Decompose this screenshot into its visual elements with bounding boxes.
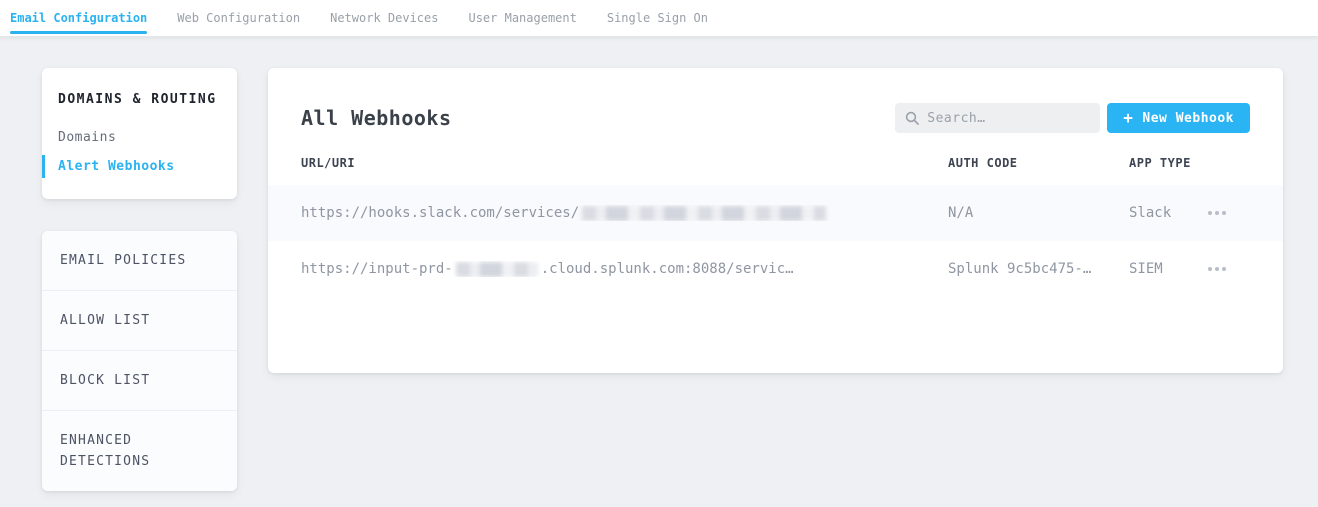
column-header-auth-code: AUTH CODE <box>948 156 1129 170</box>
webhooks-panel: All Webhooks + New Webhook URL/URI AUTH … <box>268 68 1283 373</box>
plus-icon: + <box>1123 110 1133 126</box>
tab-label: User Management <box>468 11 576 25</box>
search-input[interactable] <box>927 111 1090 126</box>
webhook-url-text: https://input-prd- <box>301 261 453 277</box>
panel-header: All Webhooks + New Webhook <box>268 68 1283 133</box>
search-box[interactable] <box>895 103 1100 133</box>
tab-web-configuration[interactable]: Web Configuration <box>177 0 300 36</box>
tab-email-configuration[interactable]: Email Configuration <box>10 0 147 36</box>
sidebar: DOMAINS & ROUTING Domains Alert Webhooks… <box>42 68 237 491</box>
sidebar-item-alert-webhooks[interactable]: Alert Webhooks <box>58 152 221 181</box>
header-actions: + New Webhook <box>895 103 1250 133</box>
new-webhook-label: New Webhook <box>1142 111 1234 126</box>
redacted-url-segment <box>456 262 538 277</box>
table-row: https://hooks.slack.com/services/ N/A Sl… <box>268 185 1283 241</box>
sidebar-item-label: Domains <box>58 130 116 145</box>
redacted-url-segment <box>582 206 826 221</box>
search-icon <box>905 111 919 125</box>
page-content: DOMAINS & ROUTING Domains Alert Webhooks… <box>0 37 1318 491</box>
domains-routing-heading: DOMAINS & ROUTING <box>58 92 221 107</box>
row-menu-button[interactable] <box>1206 261 1228 277</box>
tab-label: Web Configuration <box>177 11 300 25</box>
column-header-url: URL/URI <box>301 156 948 170</box>
active-tab-underline <box>10 31 147 34</box>
sidebar-item-allow-list[interactable]: ALLOW LIST <box>42 290 237 350</box>
sidebar-section-group: EMAIL POLICIES ALLOW LIST BLOCK LIST ENH… <box>42 231 237 491</box>
ellipsis-icon <box>1208 267 1212 271</box>
top-nav: Email Configuration Web Configuration Ne… <box>0 0 1318 37</box>
app-type-cell: SIEM <box>1129 261 1206 277</box>
webhook-url-text: https://hooks.slack.com/services/ <box>301 205 579 221</box>
webhook-url-cell: https://hooks.slack.com/services/ <box>301 205 948 221</box>
sidebar-item-domains[interactable]: Domains <box>58 123 221 152</box>
table-row: https://input-prd- .cloud.splunk.com:808… <box>268 241 1283 297</box>
ellipsis-icon <box>1208 211 1212 215</box>
tab-single-sign-on[interactable]: Single Sign On <box>607 0 708 36</box>
table-header-row: URL/URI AUTH CODE APP TYPE <box>268 141 1283 185</box>
tab-user-management[interactable]: User Management <box>468 0 576 36</box>
app-type-cell: Slack <box>1129 205 1206 221</box>
tab-label: Network Devices <box>330 11 438 25</box>
auth-code-cell: Splunk 9c5bc475-… <box>948 261 1129 277</box>
column-header-app-type: APP TYPE <box>1129 156 1206 170</box>
active-item-indicator <box>42 155 45 178</box>
sidebar-item-enhanced-detections[interactable]: ENHANCED DETECTIONS <box>42 410 237 491</box>
sidebar-item-label: Alert Webhooks <box>58 159 175 174</box>
domains-routing-card: DOMAINS & ROUTING Domains Alert Webhooks <box>42 68 237 199</box>
new-webhook-button[interactable]: + New Webhook <box>1107 103 1250 133</box>
row-menu-button[interactable] <box>1206 205 1228 221</box>
tab-label: Email Configuration <box>10 11 147 25</box>
page-title: All Webhooks <box>301 106 452 130</box>
webhook-url-cell: https://input-prd- .cloud.splunk.com:808… <box>301 261 948 277</box>
sidebar-item-email-policies[interactable]: EMAIL POLICIES <box>42 231 237 290</box>
webhook-url-text: .cloud.splunk.com:8088/servic… <box>541 261 794 277</box>
tab-label: Single Sign On <box>607 11 708 25</box>
auth-code-cell: N/A <box>948 205 1129 221</box>
sidebar-item-block-list[interactable]: BLOCK LIST <box>42 350 237 410</box>
tab-network-devices[interactable]: Network Devices <box>330 0 438 36</box>
